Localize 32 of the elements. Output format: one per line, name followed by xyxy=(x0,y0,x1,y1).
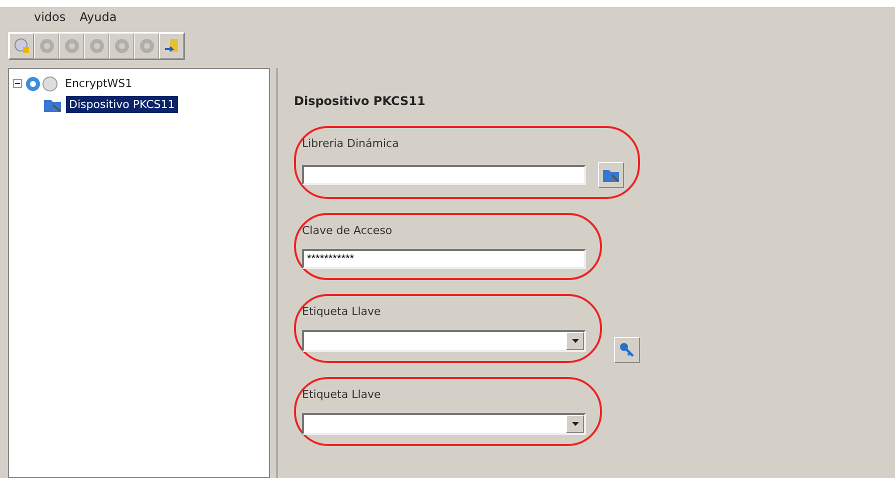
key-icon xyxy=(619,342,635,358)
dropdown-button[interactable] xyxy=(566,332,584,350)
dropdown[interactable] xyxy=(302,413,586,435)
gear-icon xyxy=(38,38,54,54)
menu-item[interactable]: vidos xyxy=(34,10,66,24)
field-label: Etiqueta Llave xyxy=(302,305,382,318)
gear-icon xyxy=(88,38,104,54)
field-label: Clave de Acceso xyxy=(302,224,394,237)
browse-button[interactable] xyxy=(598,162,624,188)
tree-item[interactable]: Dispositivo PKCS11 xyxy=(66,96,178,113)
collapse-icon[interactable] xyxy=(13,79,22,88)
gear-icon xyxy=(64,38,80,54)
tree-item[interactable]: EncryptWS1 xyxy=(62,75,136,92)
disc-icon xyxy=(14,38,30,54)
gear-icon xyxy=(114,38,130,54)
menu-item[interactable]: Ayuda xyxy=(80,10,117,24)
input-field[interactable]: *********** xyxy=(302,249,586,269)
caret-icon xyxy=(572,422,578,426)
field-label: Libreria Dinámica xyxy=(302,137,400,150)
toolbar-button[interactable] xyxy=(159,33,184,59)
dropdown-button[interactable] xyxy=(566,415,584,433)
server-icon xyxy=(25,76,59,92)
key-button[interactable] xyxy=(614,337,640,363)
toolbar-button[interactable] xyxy=(9,33,34,59)
gear-icon xyxy=(138,38,154,54)
field-label: Etiqueta Llave xyxy=(302,388,382,401)
door-icon xyxy=(164,38,180,54)
input-field[interactable] xyxy=(302,165,586,185)
dropdown[interactable] xyxy=(302,330,586,352)
panel-title: Dispositivo PKCS11 xyxy=(294,94,426,108)
caret-icon xyxy=(572,339,578,343)
folder-icon xyxy=(602,167,620,183)
